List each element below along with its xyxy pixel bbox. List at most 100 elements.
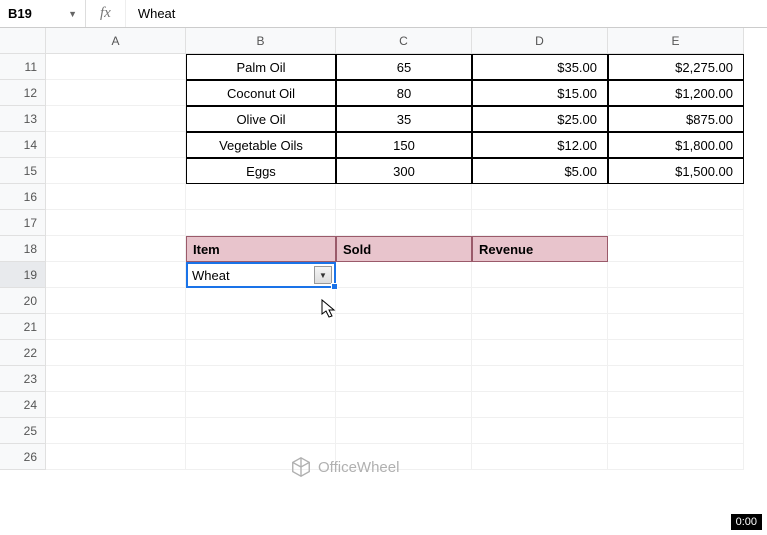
row-header[interactable]: 25 (0, 418, 46, 444)
cell[interactable] (608, 262, 744, 288)
cell-d11[interactable]: $35.00 (472, 54, 608, 80)
col-header-a[interactable]: A (46, 28, 186, 54)
cell-e11[interactable]: $2,275.00 (608, 54, 744, 80)
cell[interactable] (336, 288, 472, 314)
cell-c11[interactable]: 65 (336, 54, 472, 80)
cell[interactable] (46, 106, 186, 132)
cell[interactable] (472, 340, 608, 366)
cell[interactable] (336, 418, 472, 444)
cell[interactable] (46, 366, 186, 392)
col-header-c[interactable]: C (336, 28, 472, 54)
row-header[interactable]: 16 (0, 184, 46, 210)
cell[interactable] (608, 418, 744, 444)
row-header[interactable]: 12 (0, 80, 46, 106)
cell[interactable] (336, 262, 472, 288)
cell[interactable] (46, 340, 186, 366)
cell-b19-dropdown[interactable]: Wheat ▼ (186, 262, 336, 288)
cell[interactable] (46, 392, 186, 418)
cell[interactable] (186, 288, 336, 314)
cell[interactable] (46, 54, 186, 80)
cell[interactable] (46, 262, 186, 288)
cell[interactable] (186, 184, 336, 210)
cell-d12[interactable]: $15.00 (472, 80, 608, 106)
cell-e12[interactable]: $1,200.00 (608, 80, 744, 106)
cell[interactable] (472, 366, 608, 392)
cell[interactable] (472, 392, 608, 418)
select-all-corner[interactable] (0, 28, 46, 54)
cell-b15[interactable]: Eggs (186, 158, 336, 184)
cell-d14[interactable]: $12.00 (472, 132, 608, 158)
cell[interactable] (608, 210, 744, 236)
row-header[interactable]: 24 (0, 392, 46, 418)
cell[interactable] (46, 288, 186, 314)
cell[interactable] (608, 392, 744, 418)
cell-c15[interactable]: 300 (336, 158, 472, 184)
header-item[interactable]: Item (186, 236, 336, 262)
cell-b12[interactable]: Coconut Oil (186, 80, 336, 106)
cell[interactable] (336, 184, 472, 210)
col-header-d[interactable]: D (472, 28, 608, 54)
cell[interactable] (608, 288, 744, 314)
cell[interactable] (186, 392, 336, 418)
dropdown-button[interactable]: ▼ (314, 266, 332, 284)
cell[interactable] (608, 366, 744, 392)
cell[interactable] (336, 314, 472, 340)
cell[interactable] (46, 236, 186, 262)
col-header-e[interactable]: E (608, 28, 744, 54)
cell[interactable] (186, 210, 336, 236)
cell-e13[interactable]: $875.00 (608, 106, 744, 132)
header-sold[interactable]: Sold (336, 236, 472, 262)
row-header[interactable]: 21 (0, 314, 46, 340)
cell[interactable] (46, 418, 186, 444)
cell-d15[interactable]: $5.00 (472, 158, 608, 184)
cell[interactable] (46, 184, 186, 210)
row-header[interactable]: 14 (0, 132, 46, 158)
cell[interactable] (608, 444, 744, 470)
name-box[interactable]: B19 ▼ (0, 0, 86, 27)
cell[interactable] (186, 366, 336, 392)
fill-handle[interactable] (331, 283, 338, 290)
row-header[interactable]: 18 (0, 236, 46, 262)
cell[interactable] (46, 444, 186, 470)
cell[interactable] (472, 418, 608, 444)
cell-b13[interactable]: Olive Oil (186, 106, 336, 132)
cell[interactable] (46, 80, 186, 106)
cell[interactable] (472, 288, 608, 314)
cell[interactable] (46, 158, 186, 184)
cell-b11[interactable]: Palm Oil (186, 54, 336, 80)
cell[interactable] (186, 314, 336, 340)
row-header[interactable]: 23 (0, 366, 46, 392)
cell-e15[interactable]: $1,500.00 (608, 158, 744, 184)
cell[interactable] (608, 184, 744, 210)
cell[interactable] (608, 314, 744, 340)
cell[interactable] (472, 314, 608, 340)
cell-c12[interactable]: 80 (336, 80, 472, 106)
row-header[interactable]: 22 (0, 340, 46, 366)
cell-d13[interactable]: $25.00 (472, 106, 608, 132)
cell-b14[interactable]: Vegetable Oils (186, 132, 336, 158)
row-header-active[interactable]: 19 (0, 262, 46, 288)
cell[interactable] (608, 236, 744, 262)
cell[interactable] (336, 210, 472, 236)
row-header[interactable]: 11 (0, 54, 46, 80)
cell[interactable] (186, 418, 336, 444)
cell[interactable] (46, 210, 186, 236)
cell[interactable] (336, 392, 472, 418)
row-header[interactable]: 26 (0, 444, 46, 470)
cell[interactable] (336, 366, 472, 392)
cell-c14[interactable]: 150 (336, 132, 472, 158)
cell[interactable] (336, 340, 472, 366)
cell[interactable] (46, 314, 186, 340)
col-header-b[interactable]: B (186, 28, 336, 54)
cell[interactable] (472, 184, 608, 210)
row-header[interactable]: 13 (0, 106, 46, 132)
cell[interactable] (46, 132, 186, 158)
cell[interactable] (608, 340, 744, 366)
cell[interactable] (186, 340, 336, 366)
cell[interactable] (472, 444, 608, 470)
row-header[interactable]: 17 (0, 210, 46, 236)
cell-c13[interactable]: 35 (336, 106, 472, 132)
cell[interactable] (472, 262, 608, 288)
cell-e14[interactable]: $1,800.00 (608, 132, 744, 158)
cell[interactable] (472, 210, 608, 236)
